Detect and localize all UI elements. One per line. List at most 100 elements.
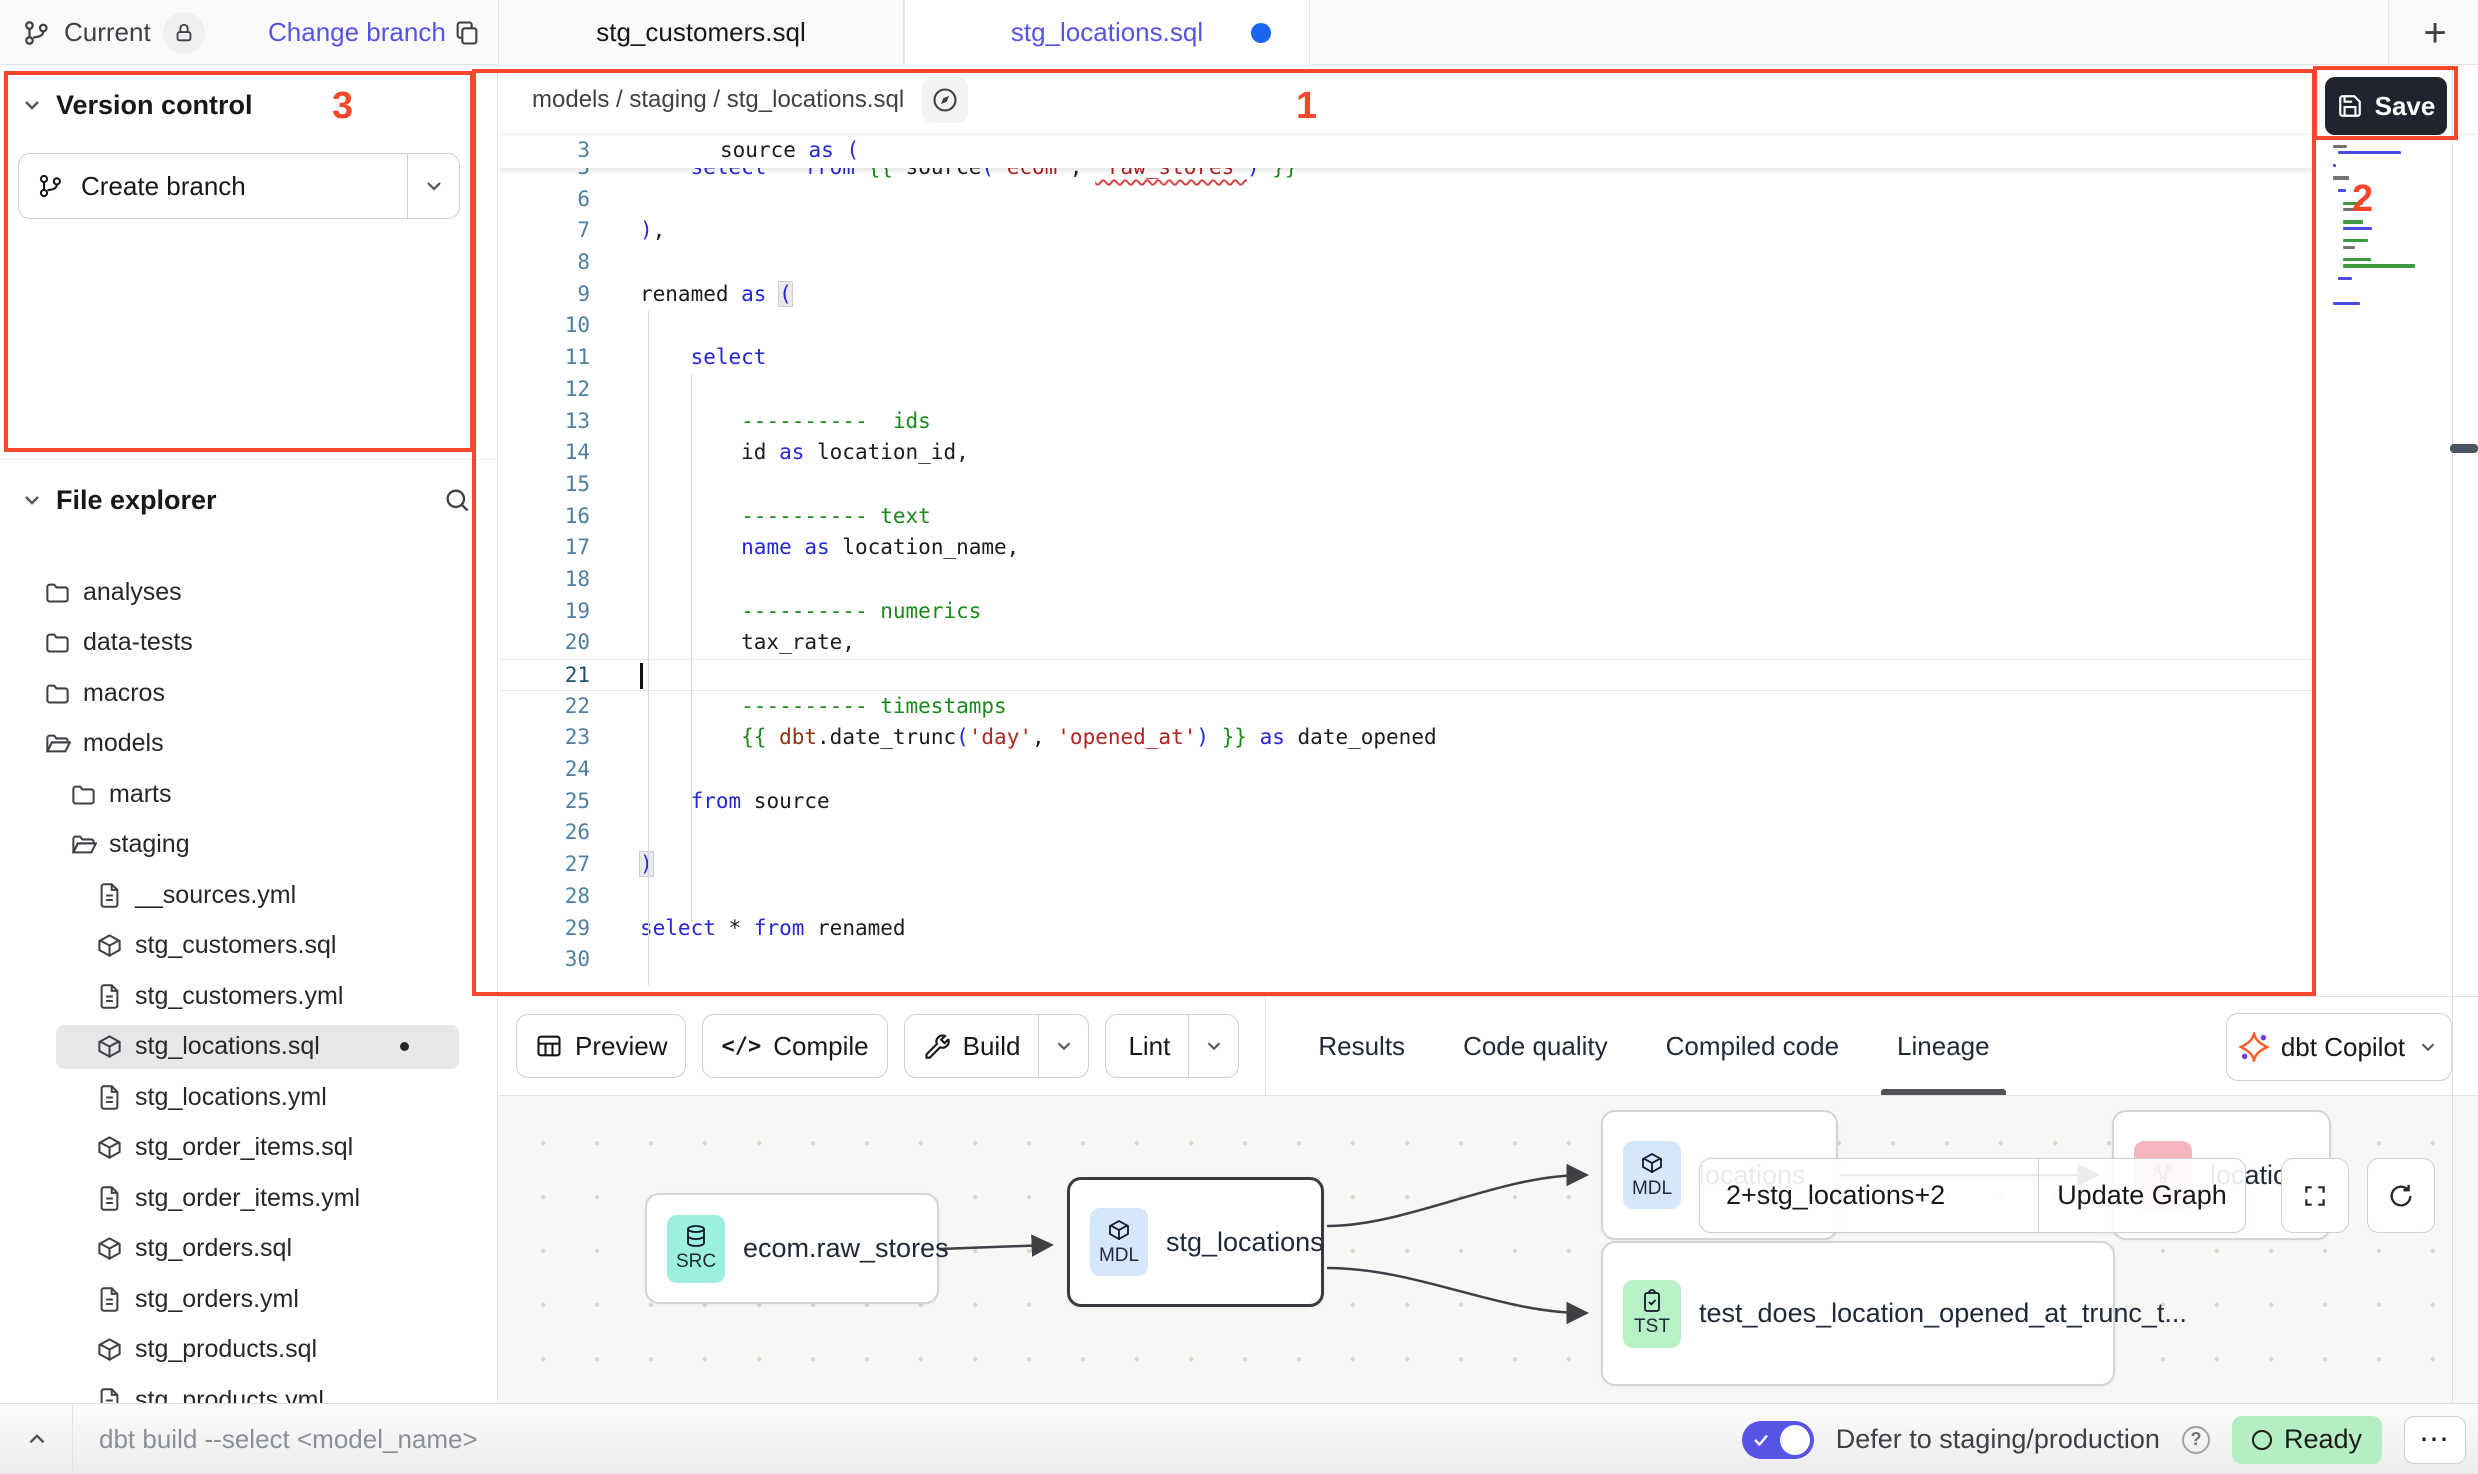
code-line-10: 10 xyxy=(498,310,2313,342)
selector-input[interactable]: 2+stg_locations+2 xyxy=(1700,1180,2038,1211)
file-item-data-tests[interactable]: data-tests xyxy=(0,621,497,665)
fullscreen-icon xyxy=(2302,1183,2328,1209)
change-branch-link[interactable]: Change branch xyxy=(268,0,446,65)
code-line-7: 7), xyxy=(498,215,2313,247)
create-branch-button[interactable]: Create branch xyxy=(18,153,460,219)
file-item-stg_products.sql[interactable]: stg_products.sql xyxy=(0,1328,497,1372)
update-graph-button[interactable]: Update Graph xyxy=(2039,1180,2245,1211)
defer-toggle[interactable] xyxy=(1742,1421,1814,1459)
text-cursor xyxy=(640,663,643,689)
status-ring-icon xyxy=(2252,1430,2272,1450)
new-tab-button[interactable]: + xyxy=(2408,6,2462,60)
lint-dropdown[interactable] xyxy=(1188,1015,1238,1077)
status-badge[interactable]: Ready xyxy=(2232,1416,2382,1464)
tab-stg-locations-sql[interactable]: stg_locations.sql xyxy=(904,0,1310,65)
help-icon[interactable]: ? xyxy=(2182,1426,2210,1454)
dbt-copilot-icon xyxy=(2239,1032,2269,1062)
current-branch[interactable]: Current xyxy=(22,0,205,65)
file-item-stg_order_items.yml[interactable]: stg_order_items.yml xyxy=(0,1176,497,1220)
lint-button[interactable]: Lint xyxy=(1105,1014,1239,1078)
folder-icon xyxy=(44,629,71,656)
panel-tabs: Results Code quality Compiled code Linea… xyxy=(1318,997,1989,1095)
code-line-6: 6 xyxy=(498,184,2313,216)
file-icon xyxy=(96,983,123,1010)
compass-icon[interactable] xyxy=(922,77,968,123)
code-line-3: 3source as ( xyxy=(498,135,2313,167)
chevron-down-icon xyxy=(2417,1036,2439,1058)
code-icon: </> xyxy=(721,1034,761,1059)
tab-stg-customers-sql[interactable]: stg_customers.sql xyxy=(498,0,904,65)
annotation-label-3: 3 xyxy=(332,85,353,128)
file-name: models xyxy=(83,729,164,758)
preview-button[interactable]: Preview xyxy=(516,1014,686,1078)
file-item-analyses[interactable]: analyses xyxy=(0,570,497,614)
chevron-up-icon[interactable] xyxy=(24,1426,50,1452)
file-item-staging[interactable]: staging xyxy=(0,823,497,867)
cube-icon xyxy=(96,932,123,959)
file-item-stg_customers.yml[interactable]: stg_customers.yml xyxy=(0,974,497,1018)
panel-resize-handle[interactable] xyxy=(2450,444,2478,453)
test-badge: TST xyxy=(1623,1280,1681,1348)
chevron-down-icon[interactable] xyxy=(20,488,44,512)
code-line-26: 26 xyxy=(498,817,2313,849)
tab-results[interactable]: Results xyxy=(1318,997,1405,1095)
lineage-node-test[interactable]: TST test_does_location_opened_at_trunc_t… xyxy=(1601,1241,2115,1386)
file-item-stg_customers.sql[interactable]: stg_customers.sql xyxy=(0,924,497,968)
dbt-cloud-ide: Current Change branch stg_customers.sql … xyxy=(0,0,2478,1474)
lineage-node-stg-locations[interactable]: MDL stg_locations xyxy=(1067,1177,1324,1307)
indent-guide xyxy=(691,374,692,922)
table-icon xyxy=(535,1032,563,1060)
chevron-down-icon[interactable] xyxy=(20,93,44,117)
folder-open-icon xyxy=(44,730,71,757)
file-item-stg_orders.yml[interactable]: stg_orders.yml xyxy=(0,1277,497,1321)
indent-guide xyxy=(648,311,649,985)
editor-minimap[interactable] xyxy=(2333,145,2443,320)
file-item-__sources.yml[interactable]: __sources.yml xyxy=(0,873,497,917)
command-input[interactable]: dbt build --select <model_name> xyxy=(99,1424,478,1455)
build-dropdown[interactable] xyxy=(1038,1015,1088,1077)
more-options-button[interactable]: ⋯ xyxy=(2404,1416,2466,1464)
file-name: data-tests xyxy=(83,628,193,657)
fullscreen-button[interactable] xyxy=(2281,1158,2349,1233)
file-item-models[interactable]: models xyxy=(0,722,497,766)
search-icon[interactable] xyxy=(443,486,471,514)
unsaved-dot xyxy=(1251,23,1271,43)
dbt-copilot-button[interactable]: dbt Copilot xyxy=(2226,1013,2452,1081)
build-button[interactable]: Build xyxy=(904,1014,1090,1078)
file-name: stg_order_items.yml xyxy=(135,1184,360,1213)
annotation-label-2: 2 xyxy=(2352,178,2373,221)
tab-code-quality[interactable]: Code quality xyxy=(1463,997,1608,1095)
file-item-stg_locations.yml[interactable]: stg_locations.yml xyxy=(0,1075,497,1119)
annotation-label-1: 1 xyxy=(1296,85,1317,128)
create-branch-dropdown[interactable] xyxy=(407,154,459,218)
file-item-marts[interactable]: marts xyxy=(0,772,497,816)
file-item-macros[interactable]: macros xyxy=(0,671,497,715)
compile-button[interactable]: </> Compile xyxy=(702,1014,887,1078)
editor-zone: models / staging / stg_locations.sql 5 s… xyxy=(498,65,2478,1403)
file-name: stg_customers.yml xyxy=(135,982,343,1011)
file-icon xyxy=(96,1084,123,1111)
refresh-button[interactable] xyxy=(2367,1158,2435,1233)
code-line-24: 24 xyxy=(498,754,2313,786)
file-name: analyses xyxy=(83,578,182,607)
code-editor[interactable]: 5 select * from {{ source('ecom', 'raw_s… xyxy=(498,135,2313,996)
lineage-graph[interactable]: SRC ecom.raw_stores MDL stg_locations xyxy=(498,1096,2478,1403)
file-name: macros xyxy=(83,679,165,708)
code-line-27: 27) xyxy=(498,849,2313,881)
file-item-stg_order_items.sql[interactable]: stg_order_items.sql xyxy=(0,1126,497,1170)
code-line-21: 21 xyxy=(498,659,2313,691)
tab-lineage[interactable]: Lineage xyxy=(1897,997,1990,1095)
file-name: stg_customers.sql xyxy=(135,931,336,960)
copy-icon[interactable] xyxy=(448,14,486,52)
code-lines: 5 select * from {{ source('ecom', 'raw_s… xyxy=(498,135,2313,976)
file-item-stg_locations.sql[interactable]: stg_locations.sql xyxy=(56,1025,459,1069)
code-line-20: 20 tax_rate, xyxy=(498,627,2313,659)
tab-compiled-code[interactable]: Compiled code xyxy=(1666,997,1839,1095)
version-control-section: Version control Create branch xyxy=(0,65,497,460)
save-button[interactable]: Save xyxy=(2325,77,2447,135)
file-item-stg_orders.sql[interactable]: stg_orders.sql xyxy=(0,1227,497,1271)
file-name: stg_products.sql xyxy=(135,1335,317,1364)
git-branch-icon xyxy=(22,18,52,48)
file-name: stg_locations.sql xyxy=(135,1032,320,1061)
lineage-node-source[interactable]: SRC ecom.raw_stores xyxy=(645,1193,939,1304)
